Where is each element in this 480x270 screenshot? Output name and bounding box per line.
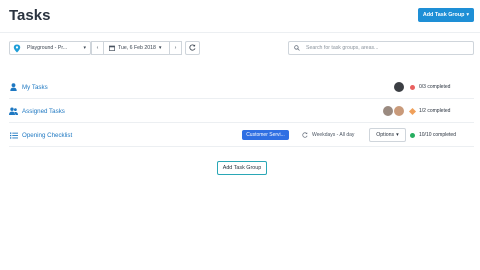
page-title: Tasks (9, 7, 51, 24)
status-diamond-icon (408, 107, 417, 115)
add-task-group-button[interactable]: Add Task Group ▾ (418, 8, 474, 22)
status-dot (410, 132, 415, 138)
chevron-down-icon: ▾ (466, 12, 470, 18)
options-dropdown[interactable]: Options ▾ (369, 128, 406, 142)
search-placeholder: Search for task groups, areas... (306, 45, 379, 51)
repeat-icon (302, 132, 308, 138)
task-group-name[interactable]: My Tasks (9, 83, 48, 91)
chevron-down-icon: ▾ (396, 132, 399, 138)
recurrence-info: Weekdays - All day (302, 132, 354, 138)
location-label: Playground - Pr... (27, 45, 68, 51)
task-group-row[interactable]: Assigned Tasks 1/2 completed (0, 99, 480, 123)
location-select[interactable]: Playground - Pr... ▾ (9, 41, 91, 55)
task-group-row[interactable]: My Tasks 0/3 completed (0, 75, 480, 99)
add-task-group-label: Add Task Group (422, 12, 465, 18)
date-label: Tue, 6 Feb 2018 (118, 45, 156, 51)
chevron-right-icon: › (174, 45, 177, 51)
search-input[interactable]: Search for task groups, areas... (288, 41, 474, 55)
task-group-name[interactable]: Opening Checklist (9, 131, 72, 139)
completion-status: 10/10 completed (410, 132, 456, 138)
refresh-button[interactable] (185, 41, 200, 55)
status-dot (410, 84, 415, 90)
calendar-icon (109, 45, 115, 51)
refresh-icon (189, 43, 196, 53)
search-icon (294, 45, 300, 51)
chevron-left-icon: ‹ (96, 45, 99, 51)
area-tag: Customer Servi... (242, 130, 289, 140)
task-group-name[interactable]: Assigned Tasks (9, 107, 65, 115)
date-picker[interactable]: Tue, 6 Feb 2018 ▾ (103, 41, 170, 55)
task-group-row[interactable]: Opening Checklist (0, 123, 480, 147)
row-divider (9, 146, 474, 147)
list-icon (9, 131, 18, 139)
header-divider (0, 32, 480, 33)
completion-status: 0/3 completed (410, 84, 450, 90)
person-icon (9, 83, 18, 91)
avatar (394, 82, 404, 92)
chevron-down-icon: ▾ (83, 45, 86, 51)
completion-status: 1/2 completed (408, 107, 450, 115)
avatar (394, 106, 404, 116)
chevron-down-icon: ▾ (158, 45, 162, 51)
add-task-group-button-bottom[interactable]: Add Task Group (217, 161, 267, 175)
map-pin-icon (13, 44, 21, 53)
avatar (383, 106, 393, 116)
next-day-button[interactable]: › (169, 41, 182, 55)
people-icon (9, 107, 18, 115)
